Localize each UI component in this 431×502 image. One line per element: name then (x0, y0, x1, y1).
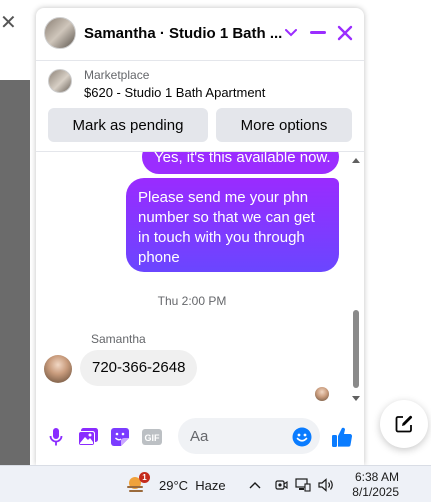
listing-title: $620 - Studio 1 Bath Apartment (84, 85, 266, 100)
scrollbar-thumb[interactable] (353, 310, 359, 388)
photo-icon[interactable] (77, 426, 99, 448)
like-thumbs-up-icon[interactable] (331, 426, 353, 448)
seen-receipt-avatar (315, 387, 329, 401)
background-page-right (364, 0, 431, 465)
weather-condition: Haze (195, 478, 226, 493)
message-composer: GIF (36, 413, 364, 457)
new-message-button[interactable] (380, 400, 428, 448)
message-list[interactable]: Yes, it's this available now. Please sen… (36, 152, 348, 407)
network-icon[interactable] (295, 477, 311, 493)
gif-icon[interactable]: GIF (141, 426, 163, 448)
minimize-icon[interactable] (307, 22, 329, 44)
sticker-icon[interactable] (109, 426, 131, 448)
background-panel (0, 80, 30, 465)
temperature: 29°C (159, 478, 189, 493)
meet-now-icon[interactable] (273, 477, 289, 493)
chevron-down-icon[interactable] (280, 22, 302, 44)
scroll-up-arrow-icon[interactable] (352, 158, 360, 163)
emoji-icon[interactable] (291, 426, 313, 448)
marketplace-listing[interactable]: Marketplace $620 - Studio 1 Bath Apartme… (36, 61, 364, 107)
weather-notification-badge: 1 (139, 472, 150, 483)
close-icon[interactable]: ✕ (0, 12, 17, 32)
clock-time: 6:38 AM (354, 470, 399, 484)
marketplace-label: Marketplace (84, 68, 150, 82)
message-scrollbar[interactable] (349, 152, 364, 407)
outgoing-message[interactable]: Please send me your phn number so that w… (126, 178, 339, 272)
clock-date: 8/1/2025 (352, 485, 399, 499)
message-timestamp: Thu 2:00 PM (157, 294, 227, 308)
microphone-icon[interactable] (45, 426, 67, 448)
sender-name: Samantha (91, 332, 146, 346)
more-options-button[interactable]: More options (216, 108, 352, 142)
scroll-down-arrow-icon[interactable] (352, 396, 360, 401)
background-page-left: ✕ (0, 0, 30, 465)
close-chat-icon[interactable] (334, 22, 356, 44)
weather-widget[interactable]: 29°C Haze (159, 478, 226, 493)
taskbar: 1 29°C Haze 6:38 AM 8/1/2025 (0, 465, 431, 502)
chat-title[interactable]: Samantha · Studio 1 Bath ... (84, 25, 282, 42)
svg-text:GIF: GIF (145, 433, 161, 443)
messenger-chat-window: Samantha · Studio 1 Bath ... Marketplace… (36, 8, 364, 465)
show-hidden-icons-chevron-icon[interactable] (248, 478, 262, 492)
incoming-message[interactable]: 720-366-2648 (80, 350, 198, 386)
sender-avatar[interactable] (44, 355, 72, 383)
listing-thumbnail (48, 69, 72, 93)
compose-icon (395, 415, 413, 433)
chat-header[interactable]: Samantha · Studio 1 Bath ... (36, 8, 364, 61)
volume-icon[interactable] (318, 477, 336, 493)
mark-as-pending-button[interactable]: Mark as pending (48, 108, 208, 142)
listing-avatar[interactable] (44, 17, 76, 49)
outgoing-message-partial[interactable]: Yes, it's this available now. (142, 152, 339, 174)
system-clock[interactable]: 6:38 AM 8/1/2025 (349, 470, 399, 500)
